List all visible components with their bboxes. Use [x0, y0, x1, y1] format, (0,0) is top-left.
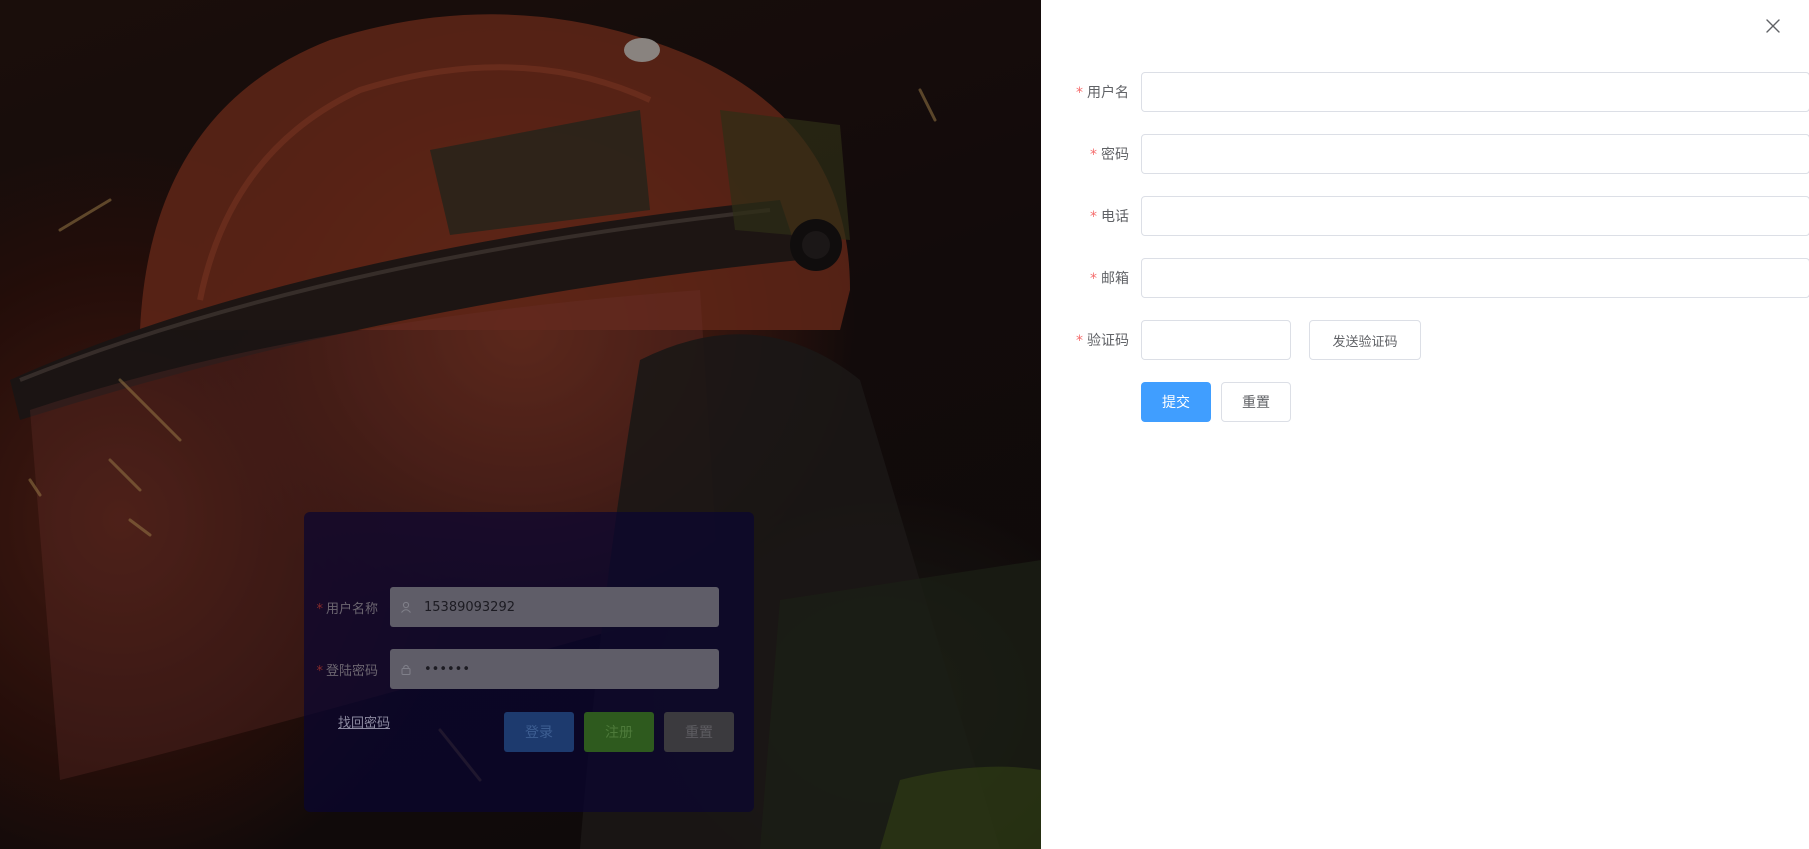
register-captcha-label: * 验证码: [1041, 330, 1141, 350]
login-password-label: * 登陆密码: [304, 660, 390, 679]
register-email-input[interactable]: [1141, 258, 1809, 298]
register-email-label: * 邮箱: [1041, 268, 1141, 288]
register-password-row: * 密码: [1041, 134, 1809, 174]
register-password-input[interactable]: [1141, 134, 1809, 174]
login-button[interactable]: 登录: [504, 712, 574, 752]
register-username-label: * 用户名: [1041, 82, 1141, 102]
register-username-row: * 用户名: [1041, 72, 1809, 112]
required-mark: *: [1090, 147, 1097, 163]
login-username-input[interactable]: 15389093292: [390, 587, 719, 627]
close-icon[interactable]: [1764, 17, 1782, 35]
submit-button[interactable]: 提交: [1141, 382, 1211, 422]
login-username-row: * 用户名称 15389093292: [304, 587, 719, 627]
user-icon: [400, 599, 416, 615]
required-mark: *: [1090, 271, 1097, 287]
register-phone-label-text: 电话: [1101, 209, 1129, 225]
register-email-row: * 邮箱: [1041, 258, 1809, 298]
login-card: * 用户名称 15389093292 * 登陆密码 •••••• 找回密码 登录 注…: [304, 512, 754, 812]
register-phone-row: * 电话: [1041, 196, 1809, 236]
register-button[interactable]: 注册: [584, 712, 654, 752]
required-mark: *: [1076, 333, 1083, 349]
login-password-input[interactable]: ••••••: [390, 649, 719, 689]
send-code-button[interactable]: 发送验证码: [1309, 320, 1421, 360]
register-password-label: * 密码: [1041, 144, 1141, 164]
register-reset-button[interactable]: 重置: [1221, 382, 1291, 422]
register-username-input[interactable]: [1141, 72, 1809, 112]
login-password-value: ••••••: [424, 661, 471, 677]
register-password-label-text: 密码: [1101, 147, 1129, 163]
login-password-label-text: 登陆密码: [325, 663, 378, 679]
register-drawer: * 用户名 * 密码 * 电话 * 邮箱 * 验证码 发送验证码 提交 重置: [1041, 0, 1809, 849]
register-captcha-label-text: 验证码: [1087, 333, 1129, 349]
register-phone-input[interactable]: [1141, 196, 1809, 236]
register-captcha-row: * 验证码 发送验证码: [1041, 320, 1421, 360]
register-username-label-text: 用户名: [1087, 85, 1129, 101]
login-username-label-text: 用户名称: [325, 601, 378, 617]
required-mark: *: [316, 601, 323, 617]
required-mark: *: [1090, 209, 1097, 225]
login-username-label: * 用户名称: [304, 598, 390, 617]
required-mark: *: [1076, 85, 1083, 101]
register-captcha-input[interactable]: [1141, 320, 1291, 360]
register-phone-label: * 电话: [1041, 206, 1141, 226]
required-mark: *: [316, 663, 323, 679]
login-reset-button[interactable]: 重置: [664, 712, 734, 752]
register-email-label-text: 邮箱: [1101, 271, 1129, 287]
lock-icon: [400, 661, 416, 677]
login-password-row: * 登陆密码 ••••••: [304, 649, 719, 689]
login-username-value: 15389093292: [424, 599, 515, 615]
forgot-password-link[interactable]: 找回密码: [338, 712, 390, 731]
